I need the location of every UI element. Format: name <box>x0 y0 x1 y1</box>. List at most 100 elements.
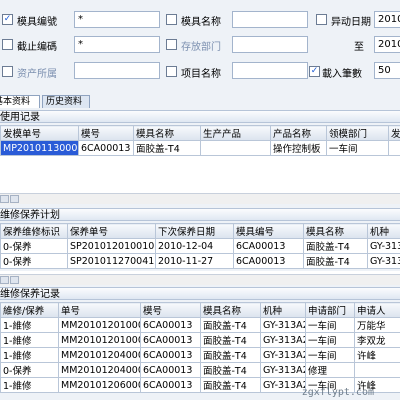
mold-code-checkbox[interactable]: ✓ <box>2 14 13 25</box>
table-row[interactable]: 1-維修 MM201012040003 6CA00013 面胶盖-T4 GY-3… <box>0 347 400 363</box>
table-cell: 李双龙 <box>354 332 400 348</box>
table-cell: 一车间 <box>305 317 355 333</box>
asset-owner-checkbox[interactable] <box>2 66 13 77</box>
to-date-input[interactable]: 2010 <box>374 36 400 53</box>
maint-plan-col-header[interactable]: 模具名称 <box>303 223 368 239</box>
mold-name-checkbox[interactable] <box>166 14 177 25</box>
table-cell: GY-313A2 <box>260 317 306 333</box>
table-cell: 一车间 <box>305 347 355 363</box>
scroll-thumb[interactable] <box>10 195 19 203</box>
maint-records-col-header[interactable]: 机种 <box>260 302 306 318</box>
usage-col-header[interactable]: 生产产品 <box>200 125 271 141</box>
maint-plan-col-header[interactable]: 保养单号 <box>67 223 156 239</box>
table-cell: 1-維修 <box>0 377 59 393</box>
maint-records-col-header[interactable]: 模具名称 <box>200 302 261 318</box>
table-cell: SP201012010010 <box>67 238 156 254</box>
item-name-checkbox[interactable] <box>166 66 177 77</box>
scroll-left-button[interactable] <box>0 276 9 284</box>
maint-plan-horizontal-scrollbar[interactable] <box>0 274 400 285</box>
table-cell: 0-保养 <box>0 362 59 378</box>
table-cell: 面胶盖-T4 <box>200 317 261 333</box>
storage-dept-label: 存放部门 <box>181 42 221 53</box>
maint-plan-col-header[interactable]: 模具编号 <box>233 223 304 239</box>
storage-dept-checkbox[interactable] <box>166 39 177 50</box>
maint-plan-col-header[interactable]: 机种 <box>367 223 400 239</box>
tab-basic-info[interactable]: 基本资料 <box>0 95 40 108</box>
table-cell: 万能华 <box>354 317 400 333</box>
table-cell <box>354 362 400 378</box>
table-cell: 面胶盖-T4 <box>200 362 261 378</box>
cutoff-code-label: 截止编碼 <box>17 42 57 53</box>
table-cell: 6CA00013 <box>233 253 304 269</box>
maint-records-col-header[interactable]: 申请部门 <box>305 302 355 318</box>
table-row[interactable]: MP20101130002( 6CA00013 面胶盖-T4 操作控制板 一车间 <box>0 140 400 156</box>
table-cell: GY-313A2 <box>260 377 306 393</box>
table-cell: MP20101130002( <box>0 140 79 156</box>
table-cell: GY-313A2 <box>260 332 306 348</box>
table-row[interactable]: 0-保养 SP201011270041 2010-11-27 6CA00013 … <box>0 253 400 269</box>
usage-col-header[interactable]: 产品名称 <box>270 125 327 141</box>
table-cell: 一车间 <box>326 140 389 156</box>
load-count-input[interactable]: 50 <box>374 62 400 79</box>
maint-plan-col-header[interactable]: 保养维修标识 <box>0 223 68 239</box>
table-cell: GY-313A2 <box>260 362 306 378</box>
table-cell: 面胶盖-T4 <box>200 332 261 348</box>
cutoff-code-checkbox[interactable] <box>2 39 13 50</box>
table-row[interactable]: 1-維修 MM201012010007 6CA00013 面胶盖-T4 GY-3… <box>0 332 400 348</box>
table-cell: 面胶盖-T4 <box>200 347 261 363</box>
table-cell: 操作控制板 <box>270 140 327 156</box>
usage-col-header[interactable]: 发模单号 <box>0 125 79 141</box>
tab-history[interactable]: 历史资料 <box>42 95 90 108</box>
table-row[interactable]: 0-保养 MM201012040009 6CA00013 面胶盖-T4 GY-3… <box>0 362 400 378</box>
table-cell <box>388 140 400 156</box>
scroll-thumb[interactable] <box>10 276 19 284</box>
maint-plan-table: 保养维修标识 保养单号 下次保养日期 模具编号 模具名称 机种 0-保养 SP2… <box>0 223 400 269</box>
maint-records-col-header[interactable]: 模号 <box>140 302 201 318</box>
asset-owner-label: 资产所属 <box>17 69 57 80</box>
change-date-input[interactable]: 2010 <box>374 11 400 28</box>
table-cell: 6CA00013 <box>78 140 134 156</box>
table-row[interactable]: 1-維修 MM201012010005 6CA00013 面胶盖-T4 GY-3… <box>0 317 400 333</box>
table-cell: 6CA00013 <box>140 377 201 393</box>
table-cell: 6CA00013 <box>140 362 201 378</box>
usage-col-header[interactable]: 模具名称 <box>133 125 201 141</box>
table-cell: 修理 <box>305 362 355 378</box>
table-cell: 面胶盖-T4 <box>133 140 201 156</box>
table-cell: 6CA00013 <box>140 332 201 348</box>
item-name-input[interactable] <box>232 62 308 79</box>
usage-col-header[interactable]: 领模部门 <box>326 125 389 141</box>
table-cell: 0-保养 <box>0 238 68 254</box>
table-cell: 2010-12-04 <box>155 238 234 254</box>
table-cell: GY-313A2 <box>260 347 306 363</box>
maint-plan-col-header[interactable]: 下次保养日期 <box>155 223 234 239</box>
table-cell: 面胶盖-T4 <box>303 238 368 254</box>
maint-records-col-header[interactable]: 維修/保养 <box>0 302 59 318</box>
maint-records-col-header[interactable]: 单号 <box>58 302 141 318</box>
table-cell: 0-保养 <box>0 253 68 269</box>
usage-col-header[interactable]: 模号 <box>78 125 134 141</box>
maint-records-table: 維修/保养 单号 模号 模具名称 机种 申请部门 申请人 1-維修 MM2010… <box>0 302 400 393</box>
change-date-checkbox[interactable] <box>316 14 327 25</box>
table-cell: 2010-11-27 <box>155 253 234 269</box>
load-count-checkbox[interactable]: ✓ <box>309 66 320 77</box>
asset-owner-input[interactable] <box>74 62 160 79</box>
table-cell: MM201012010007 <box>58 332 141 348</box>
scroll-left-button[interactable] <box>0 195 9 203</box>
mold-code-input[interactable]: * <box>74 11 160 28</box>
maint-records-col-header[interactable]: 申请人 <box>354 302 400 318</box>
table-cell: 许峰 <box>354 347 400 363</box>
table-cell: 1-維修 <box>0 332 59 348</box>
mold-code-label: 模具编號 <box>17 17 57 28</box>
mold-name-input[interactable] <box>232 11 308 28</box>
to-label: 至 <box>354 42 364 53</box>
maint-records-header-row: 維修/保养 单号 模号 模具名称 机种 申请部门 申请人 <box>0 302 400 318</box>
table-cell: GY-313 <box>367 238 400 254</box>
usage-horizontal-scrollbar[interactable] <box>0 193 400 204</box>
storage-dept-input[interactable] <box>232 36 308 53</box>
table-row[interactable]: 0-保养 SP201012010010 2010-12-04 6CA00013 … <box>0 238 400 254</box>
table-cell: MM201012040003 <box>58 347 141 363</box>
table-cell: 1-維修 <box>0 317 59 333</box>
cutoff-code-input[interactable]: * <box>74 36 160 53</box>
usage-col-header[interactable]: 发 <box>388 125 400 141</box>
item-name-label: 项目名称 <box>181 69 221 80</box>
